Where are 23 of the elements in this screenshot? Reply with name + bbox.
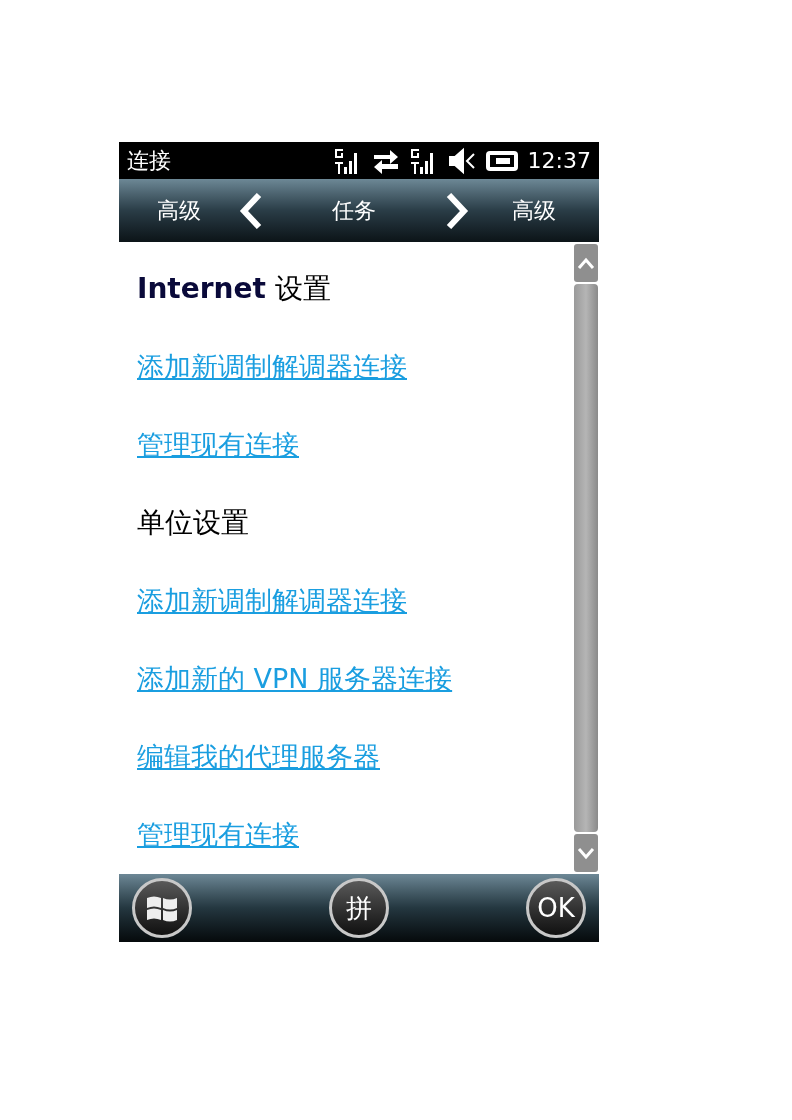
softkey-button[interactable]: 拼 xyxy=(329,878,389,938)
menu-label[interactable]: 高级 xyxy=(119,194,239,227)
section-heading: Internet 设置 xyxy=(137,271,331,307)
settings-link[interactable]: 添加新调制解调器连接 xyxy=(137,348,407,386)
settings-link[interactable]: 管理现有连接 xyxy=(137,816,299,854)
right-chevron-icon[interactable] xyxy=(445,192,469,229)
settings-link[interactable]: 添加新调制解调器连接 xyxy=(137,582,407,620)
start-button[interactable] xyxy=(132,878,192,938)
window-title: 连接 xyxy=(127,147,171,175)
softkey-button[interactable]: OK xyxy=(526,878,586,938)
settings-link[interactable]: 编辑我的代理服务器 xyxy=(137,738,380,776)
clock: 12:37 xyxy=(527,147,591,175)
scroll-thumb[interactable] xyxy=(574,284,598,832)
battery-icon xyxy=(485,148,518,173)
settings-link[interactable]: 添加新的 VPN 服务器连接 xyxy=(137,660,453,698)
section-heading: 单位设置 xyxy=(137,505,249,541)
scroll-up-icon[interactable] xyxy=(574,244,598,282)
speaker-muted-icon xyxy=(447,146,476,175)
scroll-down-icon[interactable] xyxy=(574,834,598,872)
left-chevron-icon[interactable] xyxy=(239,192,263,229)
settings-link[interactable]: 管理现有连接 xyxy=(137,426,299,464)
menu-title[interactable]: 任务 xyxy=(263,194,445,227)
menu-label[interactable]: 高级 xyxy=(469,194,599,227)
